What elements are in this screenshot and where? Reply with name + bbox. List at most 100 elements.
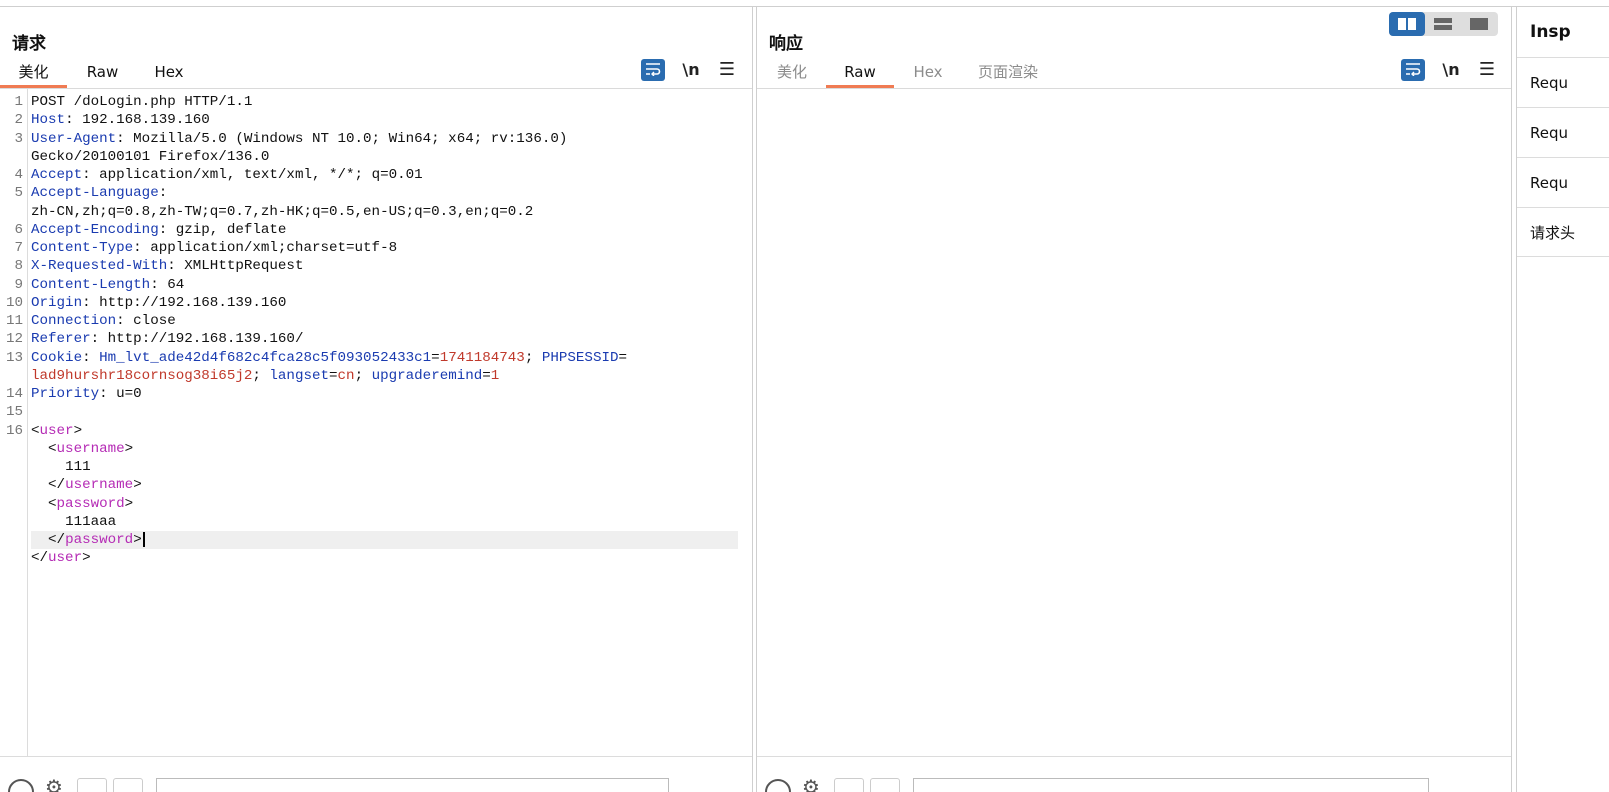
code-line: 2 Host: 192.168.139.160 — [14, 111, 738, 129]
xml-bracket: < — [31, 422, 40, 439]
tab-hex[interactable]: Hex — [146, 62, 192, 88]
layout-single-button[interactable] — [1461, 12, 1497, 36]
search-input[interactable] — [156, 778, 669, 792]
newline-toggle-button[interactable]: \n — [1439, 59, 1463, 81]
xml-tag: username — [65, 477, 134, 494]
prev-match-button[interactable] — [834, 778, 864, 792]
line-number: 12 — [5, 331, 23, 348]
cookie-value: 1 — [490, 367, 500, 384]
cookie-eq: = — [329, 367, 338, 384]
inspector-title: Insp — [1530, 22, 1571, 42]
response-pane: 响应 美化 Raw Hex 页面渲染 \n ☰ ⚙ — [756, 7, 1512, 792]
word-wrap-button[interactable] — [641, 59, 665, 81]
menu-icon[interactable]: ☰ — [1475, 59, 1499, 81]
line-number: 15 — [5, 404, 23, 421]
header-value: : application/xml;charset=utf-8 — [133, 240, 398, 256]
header-value: : close — [116, 313, 176, 329]
code-line: zh-CN,zh;q=0.8,zh-TW;q=0.7,zh-HK;q=0.5,e… — [31, 203, 738, 221]
cookie-eq: = — [431, 349, 440, 366]
newline-toggle-button[interactable]: \n — [679, 59, 703, 81]
header-key: Connection — [31, 313, 117, 329]
tab-raw[interactable]: Raw — [80, 62, 125, 88]
inspector-item[interactable]: Requ — [1517, 57, 1609, 107]
tab-render[interactable]: 页面渲染 — [973, 62, 1043, 88]
cookie-name: PHPSESSID — [541, 349, 619, 366]
code-line: 10 Origin: http://192.168.139.160 — [6, 294, 738, 312]
help-icon[interactable] — [8, 779, 34, 792]
xml-bracket: </ — [48, 477, 66, 494]
xml-tag: user — [48, 550, 83, 567]
line-number: 4 — [14, 167, 23, 183]
response-editor[interactable] — [757, 89, 1511, 756]
code-line: 111 — [31, 458, 738, 476]
line-number: 1 — [14, 94, 23, 110]
header-value: zh-CN,zh;q=0.8,zh-TW;q=0.7,zh-HK;q=0.5,e… — [31, 203, 534, 220]
header-value: : gzip, deflate — [158, 221, 287, 238]
cookie-sep: ; — [354, 367, 372, 384]
layout-side-by-side-button[interactable] — [1389, 12, 1425, 36]
prev-match-button[interactable] — [77, 778, 107, 792]
xml-bracket: > — [124, 495, 134, 512]
code-line: 7 Content-Type: application/xml;charset=u… — [14, 239, 738, 257]
code-line-current: </password> — [31, 531, 738, 550]
xml-bracket: > — [82, 550, 91, 567]
line-number: 13 — [5, 349, 23, 366]
xml-tag: user — [39, 422, 74, 439]
header-key: Accept — [31, 167, 83, 183]
cookie-eq: = — [482, 367, 491, 384]
code-line: 15 — [6, 403, 738, 421]
xml-text: 111 — [65, 459, 91, 475]
tab-pretty[interactable]: 美化 — [0, 62, 67, 88]
search-input[interactable] — [913, 778, 1429, 792]
wrap-icon — [646, 63, 661, 77]
header-value: : http://192.168.139.160 — [82, 294, 287, 311]
header-colon: : — [82, 349, 100, 366]
next-match-button[interactable] — [870, 778, 900, 792]
response-title: 响应 — [769, 34, 803, 54]
inspector-item[interactable]: Requ — [1517, 107, 1609, 157]
help-icon[interactable] — [765, 779, 791, 792]
header-key: Referer — [31, 331, 91, 348]
inspector-item[interactable]: Requ — [1517, 157, 1609, 207]
tab-raw[interactable]: Raw — [826, 62, 894, 88]
request-pane: 请求 美化 Raw Hex \n ☰ 1 POST /doLogin.php HT… — [0, 7, 753, 792]
request-editor[interactable]: 1 POST /doLogin.php HTTP/1.1 2 Host: 192.16… — [0, 89, 752, 756]
xml-bracket: < — [48, 440, 57, 457]
xml-bracket: < — [48, 495, 57, 512]
inspector-item[interactable]: 请求头 — [1517, 207, 1609, 257]
line-number: 7 — [14, 240, 23, 256]
cookie-name: langset — [269, 367, 330, 384]
code-line: 5 Accept-Language: — [14, 184, 738, 202]
tab-pretty[interactable]: 美化 — [769, 62, 815, 88]
request-bottom-bar: ⚙ — [0, 756, 752, 792]
code-line: 16 <user> — [6, 422, 738, 440]
code-line: 6 Accept-Encoding: gzip, deflate — [14, 221, 738, 239]
xml-tag: password — [56, 495, 125, 512]
header-value: Gecko/20100101 Firefox/136.0 — [31, 148, 270, 165]
layout-switch — [1389, 12, 1498, 36]
code-line: </user> — [31, 549, 738, 567]
word-wrap-button[interactable] — [1401, 59, 1425, 81]
line-number: 8 — [14, 258, 23, 275]
cookie-sep: ; — [524, 349, 542, 366]
xml-bracket: > — [133, 532, 142, 548]
xml-bracket: > — [73, 422, 83, 439]
settings-icon[interactable]: ⚙ — [45, 777, 63, 792]
layout-stacked-button[interactable] — [1425, 12, 1461, 36]
header-key: Accept-Language — [31, 185, 159, 202]
code-line: 9 Content-Length: 64 — [14, 276, 738, 294]
menu-icon[interactable]: ☰ — [715, 59, 739, 81]
line-number: 2 — [14, 112, 23, 129]
code-line: 8 X-Requested-With: XMLHttpRequest — [14, 257, 738, 275]
wrap-icon — [1406, 63, 1421, 77]
tab-hex[interactable]: Hex — [905, 62, 951, 88]
next-match-button[interactable] — [113, 778, 143, 792]
header-value: : — [158, 185, 168, 202]
response-bottom-bar: ⚙ — [757, 756, 1511, 792]
settings-icon[interactable]: ⚙ — [802, 777, 820, 792]
xml-tag: username — [56, 440, 125, 457]
xml-text: 111aaa — [65, 513, 117, 530]
header-value: : u=0 — [99, 386, 142, 402]
header-value: : Mozilla/5.0 (Windows NT 10.0; Win64; x… — [116, 130, 568, 147]
cookie-sep: ; — [252, 367, 270, 384]
